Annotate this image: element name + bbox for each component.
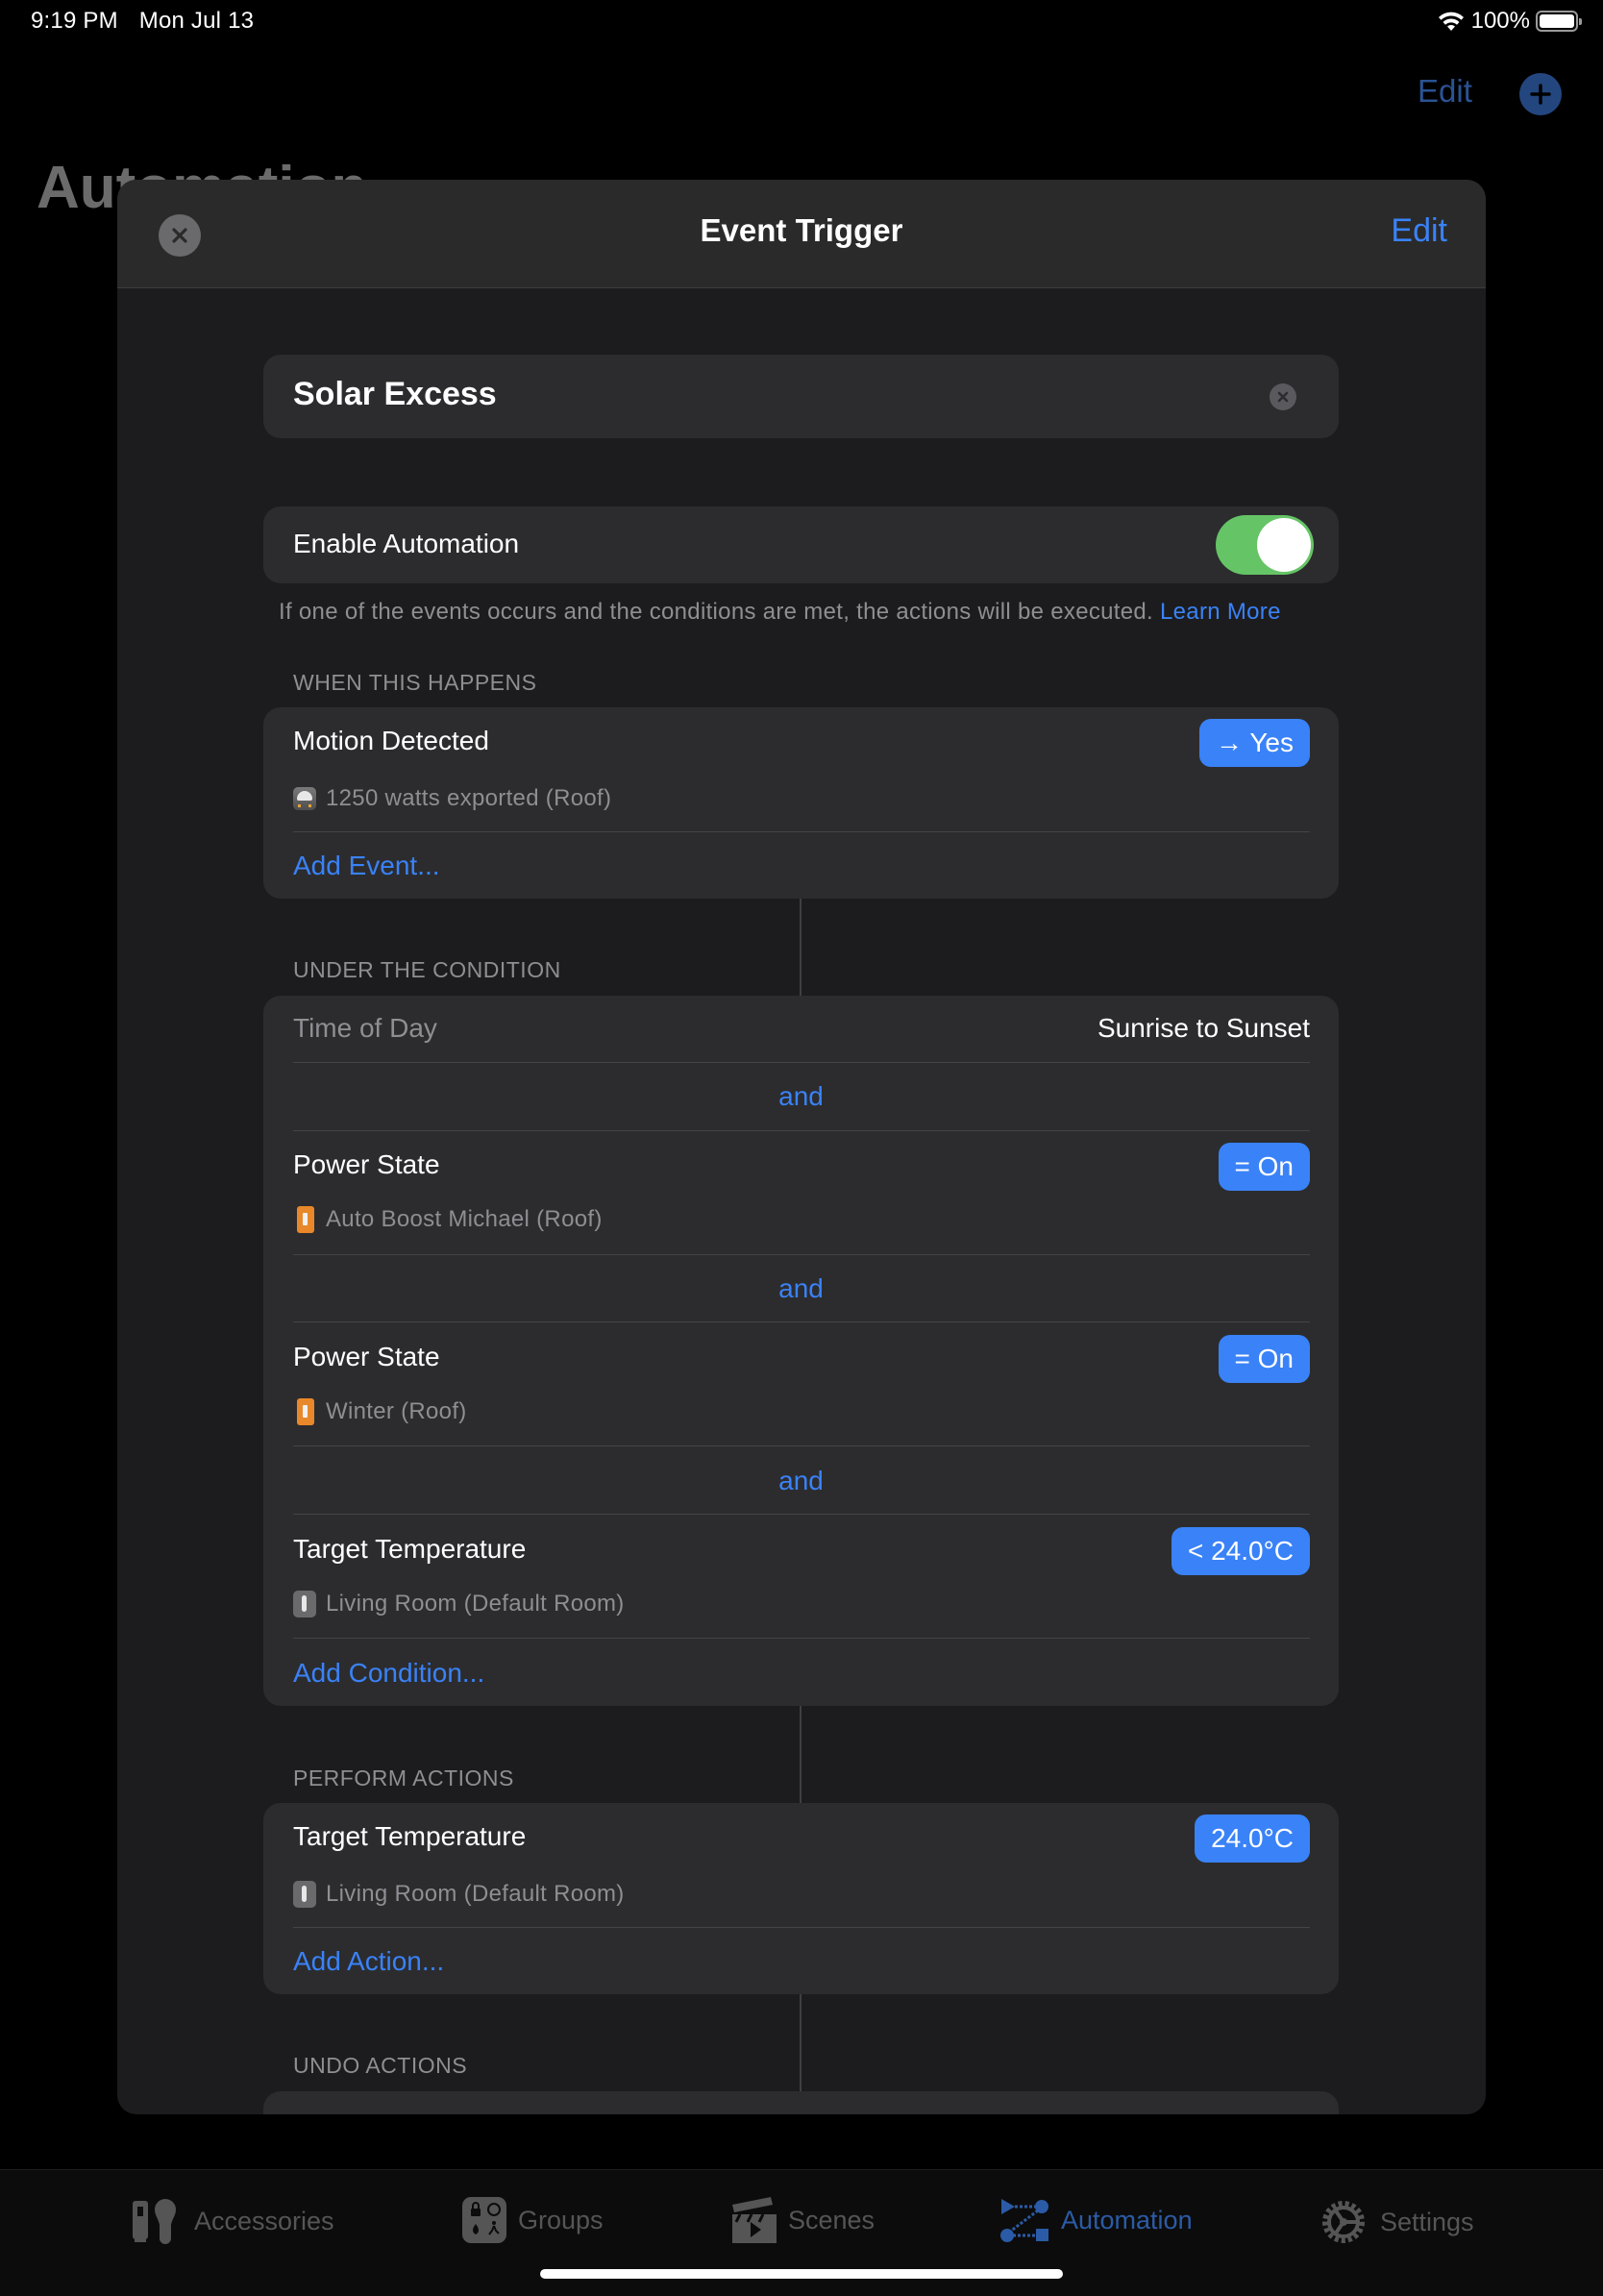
plus-circle-icon	[1519, 73, 1562, 115]
events-card: Motion Detected → Yes 1250 watts exporte…	[263, 707, 1339, 899]
event-value-badge[interactable]: → Yes	[1199, 719, 1310, 767]
divider	[293, 1321, 1310, 1322]
event-title: Motion Detected	[293, 726, 489, 755]
divider	[293, 1514, 1310, 1515]
tab-label: Settings	[1380, 2207, 1474, 2236]
settings-icon	[1322, 2201, 1365, 2243]
event-trigger-modal: Event Trigger Edit Solar Excess Enable A…	[117, 180, 1486, 2114]
toggle-knob	[1257, 518, 1311, 572]
undo-actions-card	[263, 2091, 1339, 2114]
enable-automation-row: Enable Automation	[263, 506, 1339, 583]
enable-automation-label: Enable Automation	[293, 529, 520, 558]
section-header-actions: PERFORM ACTIONS	[293, 1765, 514, 1790]
status-time: 9:19 PM	[31, 8, 118, 34]
event-subtitle: 1250 watts exported (Roof)	[326, 785, 612, 811]
action-subtitle: Living Room (Default Room)	[326, 1881, 625, 1907]
clear-text-button[interactable]	[1270, 383, 1296, 410]
modal-title: Event Trigger	[700, 212, 903, 248]
wifi-icon	[1438, 12, 1464, 31]
divider	[293, 1638, 1310, 1639]
battery-icon	[1536, 11, 1582, 32]
modal-header: Event Trigger Edit	[117, 180, 1486, 288]
switch-icon	[297, 1398, 314, 1425]
tab-scenes[interactable]: Scenes	[730, 2197, 875, 2243]
tab-accessories[interactable]: Accessories	[131, 2197, 334, 2245]
status-bar-left: 9:19 PM Mon Jul 13	[31, 8, 275, 35]
add-event-button[interactable]: Add Event...	[293, 851, 440, 881]
section-header-conditions: UNDER THE CONDITION	[293, 957, 561, 982]
condition-title: Target Temperature	[293, 1534, 527, 1564]
divider	[293, 1130, 1310, 1131]
actions-card: Target Temperature 24.0°C Living Room (D…	[263, 1803, 1339, 1994]
status-date: Mon Jul 13	[138, 8, 255, 34]
condition-subtitle: Winter (Roof)	[326, 1398, 467, 1424]
time-of-day-value: Sunrise to Sunset	[1097, 1013, 1310, 1043]
and-joiner[interactable]: and	[263, 1273, 1339, 1304]
accessories-icon	[133, 2199, 176, 2244]
action-value-badge[interactable]: 24.0°C	[1195, 1815, 1310, 1863]
divider	[293, 1927, 1310, 1928]
scenes-icon	[732, 2197, 777, 2243]
condition-subtitle: Living Room (Default Room)	[326, 1591, 625, 1617]
tab-label: Scenes	[788, 2205, 875, 2234]
flow-connector	[800, 899, 802, 996]
battery-fill	[1540, 14, 1574, 28]
divider	[293, 1254, 1310, 1255]
divider	[293, 1062, 1310, 1063]
footnote: If one of the events occurs and the cond…	[279, 599, 1281, 626]
tab-automation[interactable]: Automation	[999, 2197, 1193, 2243]
time-of-day-label: Time of Day	[293, 1013, 437, 1043]
condition-value-badge[interactable]: = On	[1218, 1335, 1310, 1383]
condition-value-badge[interactable]: = On	[1218, 1143, 1310, 1191]
flow-connector	[800, 1994, 802, 2091]
status-bar-right: 100%	[1437, 8, 1582, 35]
and-joiner[interactable]: and	[263, 1466, 1339, 1496]
clear-icon	[1277, 391, 1289, 403]
condition-title: Power State	[293, 1149, 440, 1179]
power-meter-icon	[293, 787, 316, 810]
divider	[293, 1445, 1310, 1446]
add-condition-button[interactable]: Add Condition...	[293, 1658, 484, 1689]
section-header-events: WHEN THIS HAPPENS	[293, 670, 537, 695]
action-title: Target Temperature	[293, 1821, 527, 1851]
background-edit-button: Edit	[1418, 73, 1472, 109]
conditions-card: Time of Day Sunrise to Sunset and Power …	[263, 996, 1339, 1706]
condition-title: Power State	[293, 1342, 440, 1371]
section-header-undo-actions: UNDO ACTIONS	[293, 2053, 468, 2078]
tab-label: Groups	[518, 2205, 604, 2234]
edit-button[interactable]: Edit	[1391, 212, 1447, 250]
groups-icon	[462, 2197, 506, 2243]
thermostat-icon	[293, 1591, 316, 1617]
and-joiner[interactable]: and	[263, 1081, 1339, 1112]
automation-name-field[interactable]: Solar Excess	[263, 355, 1339, 438]
condition-subtitle: Auto Boost Michael (Roof)	[326, 1206, 603, 1232]
tab-label: Automation	[1061, 2205, 1193, 2234]
tab-label: Accessories	[194, 2206, 334, 2235]
flow-connector	[800, 1706, 802, 1803]
add-action-button[interactable]: Add Action...	[293, 1946, 444, 1977]
home-indicator[interactable]	[540, 2269, 1063, 2279]
battery-percent: 100%	[1470, 8, 1530, 34]
footnote-text: If one of the events occurs and the cond…	[279, 599, 1154, 625]
learn-more-link[interactable]: Learn More	[1160, 599, 1281, 625]
divider	[293, 831, 1310, 832]
tab-settings[interactable]: Settings	[1319, 2197, 1474, 2247]
automation-name-value[interactable]: Solar Excess	[293, 376, 497, 413]
tab-groups[interactable]: Groups	[462, 2197, 604, 2243]
automation-icon	[1000, 2199, 1048, 2242]
thermostat-icon	[293, 1881, 316, 1908]
switch-icon	[297, 1206, 314, 1233]
enable-automation-toggle[interactable]	[1216, 515, 1314, 575]
condition-value-badge[interactable]: < 24.0°C	[1171, 1527, 1310, 1575]
